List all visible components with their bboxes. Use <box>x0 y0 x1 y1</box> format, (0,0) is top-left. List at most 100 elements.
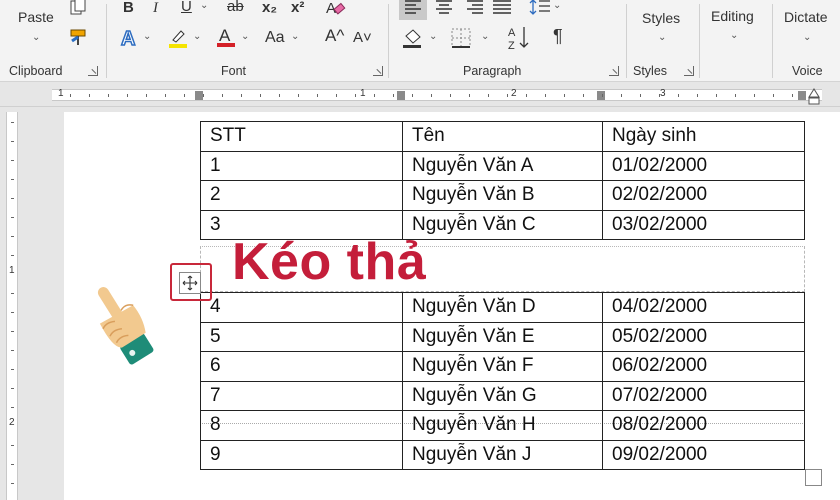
table-cell[interactable]: Nguyễn Văn A <box>402 150 603 181</box>
table-cell[interactable]: 5 <box>200 321 403 352</box>
table-cell[interactable]: 9 <box>200 439 403 470</box>
ruler-tick <box>716 94 717 97</box>
table-cell[interactable]: 08/02/2000 <box>602 410 805 441</box>
subscript-button[interactable]: x₂ <box>262 0 277 16</box>
table-cell[interactable]: 05/02/2000 <box>602 321 805 352</box>
font-launcher-icon[interactable] <box>373 66 383 76</box>
clipboard-launcher-icon[interactable] <box>88 66 98 76</box>
text-effects-dropdown-icon[interactable]: ⌄ <box>143 31 151 42</box>
table-cell[interactable]: Nguyễn Văn J <box>402 439 603 470</box>
table-row: 2 Nguyễn Văn B 02/02/2000 <box>200 180 805 211</box>
change-case-button[interactable]: Aa <box>265 30 285 46</box>
strikethrough-button[interactable]: ab <box>227 0 244 15</box>
table-cell[interactable]: Nguyễn Văn E <box>402 321 603 352</box>
paste-dropdown-icon[interactable]: ⌄ <box>32 32 40 43</box>
shading-dropdown-icon[interactable]: ⌄ <box>429 31 437 42</box>
dictate-button[interactable]: Dictate <box>784 9 828 25</box>
table-top[interactable]: STT Tên Ngày sinh 1 Nguyễn Văn A 01/02/2… <box>200 121 805 240</box>
font-color-icon[interactable]: A <box>215 25 237 49</box>
table-cell[interactable]: Nguyễn Văn B <box>402 180 603 211</box>
ruler-tick <box>564 94 565 97</box>
table-cell[interactable]: 06/02/2000 <box>602 351 805 382</box>
ruler-tick <box>393 94 394 97</box>
sort-icon[interactable]: AZ <box>507 25 531 51</box>
shrink-font-button[interactable]: A˅ <box>353 30 372 46</box>
ruler-tick <box>127 94 128 97</box>
borders-dropdown-icon[interactable]: ⌄ <box>481 31 489 42</box>
table-row: 4 Nguyễn Văn D 04/02/2000 <box>200 292 805 323</box>
svg-text:A: A <box>508 27 516 39</box>
ruler-tick <box>108 94 109 97</box>
underline-dropdown-icon[interactable]: ⌄ <box>200 0 208 11</box>
dictate-dropdown-icon[interactable]: ⌄ <box>803 32 811 43</box>
paste-button[interactable]: Paste <box>18 9 54 25</box>
table-cell[interactable]: 8 <box>200 410 403 441</box>
table-cell[interactable]: 03/02/2000 <box>602 209 805 240</box>
table-cell[interactable]: 1 <box>200 150 403 181</box>
borders-icon[interactable] <box>451 28 471 48</box>
right-indent-marker-icon[interactable] <box>807 85 821 107</box>
show-formatting-button[interactable]: ¶ <box>553 27 563 45</box>
column-marker[interactable] <box>195 91 203 100</box>
table-cell[interactable]: Nguyễn Văn H <box>402 410 603 441</box>
editing-button[interactable]: Editing <box>711 8 754 24</box>
paragraph-launcher-icon[interactable] <box>609 66 619 76</box>
table-cell[interactable]: Nguyễn Văn F <box>402 351 603 382</box>
table-cell[interactable]: 04/02/2000 <box>602 292 805 323</box>
table-move-handle[interactable] <box>179 272 201 294</box>
highlight-icon[interactable] <box>167 27 189 49</box>
clear-formatting-icon[interactable]: A <box>325 0 347 18</box>
table-cell[interactable]: Nguyễn Văn G <box>402 380 603 411</box>
format-painter-icon[interactable] <box>68 27 90 47</box>
copy-icon[interactable] <box>68 0 88 18</box>
ruler-tick <box>355 94 356 97</box>
line-spacing-icon[interactable] <box>529 0 551 16</box>
table-cell[interactable]: 7 <box>200 380 403 411</box>
ruler-tick <box>11 350 14 351</box>
align-center-icon[interactable] <box>435 0 453 14</box>
styles-launcher-icon[interactable] <box>684 66 694 76</box>
vertical-ruler[interactable]: 1 2 <box>6 112 18 500</box>
column-marker[interactable] <box>798 91 806 100</box>
ruler-number: 1 <box>58 88 64 99</box>
styles-button[interactable]: Styles <box>642 10 680 26</box>
table-resize-handle[interactable] <box>805 469 822 486</box>
table-cell[interactable]: 6 <box>200 351 403 382</box>
drag-drop-caption: Kéo thả <box>232 233 427 291</box>
font-group: B I U ⌄ ab x₂ x² A A ⌄ ⌄ A ⌄ Aa ⌄ A^ A˅ … <box>107 0 387 82</box>
column-marker[interactable] <box>397 91 405 100</box>
underline-button[interactable]: U <box>181 0 192 15</box>
header-cell[interactable]: Tên <box>402 121 603 152</box>
table-bottom[interactable]: 4 Nguyễn Văn D 04/02/2000 5 Nguyễn Văn E… <box>200 292 805 470</box>
table-cell[interactable]: 07/02/2000 <box>602 380 805 411</box>
ruler-bar[interactable]: 1 1 2 3 <box>52 88 822 101</box>
table-cell[interactable]: 2 <box>200 180 403 211</box>
table-cell[interactable]: Nguyễn Văn D <box>402 292 603 323</box>
styles-dropdown-icon[interactable]: ⌄ <box>658 32 666 43</box>
table-cell[interactable]: 4 <box>200 292 403 323</box>
italic-button[interactable]: I <box>153 0 158 16</box>
table-cell[interactable]: 01/02/2000 <box>602 150 805 181</box>
superscript-button[interactable]: x² <box>291 0 304 16</box>
header-cell[interactable]: STT <box>200 121 403 152</box>
line-spacing-dropdown-icon[interactable]: ⌄ <box>553 0 561 11</box>
ruler-tick <box>678 94 679 97</box>
change-case-dropdown-icon[interactable]: ⌄ <box>291 31 299 42</box>
header-cell[interactable]: Ngày sinh <box>602 121 805 152</box>
table-cell[interactable]: 09/02/2000 <box>602 439 805 470</box>
table-cell[interactable]: 02/02/2000 <box>602 180 805 211</box>
table-cell[interactable]: Nguyễn Văn C <box>402 209 603 240</box>
ruler-tick <box>450 94 451 97</box>
highlight-dropdown-icon[interactable]: ⌄ <box>193 31 201 42</box>
font-color-dropdown-icon[interactable]: ⌄ <box>241 31 249 42</box>
align-left-icon <box>405 0 421 14</box>
text-effects-icon[interactable]: A <box>119 27 141 49</box>
shading-icon[interactable] <box>401 27 425 49</box>
column-marker[interactable] <box>597 91 605 100</box>
bold-button[interactable]: B <box>123 0 134 16</box>
justify-icon[interactable] <box>493 0 511 14</box>
align-right-icon[interactable] <box>465 0 483 14</box>
ruler-tick <box>241 94 242 97</box>
editing-dropdown-icon[interactable]: ⌄ <box>730 30 738 41</box>
grow-font-button[interactable]: A^ <box>325 27 344 44</box>
